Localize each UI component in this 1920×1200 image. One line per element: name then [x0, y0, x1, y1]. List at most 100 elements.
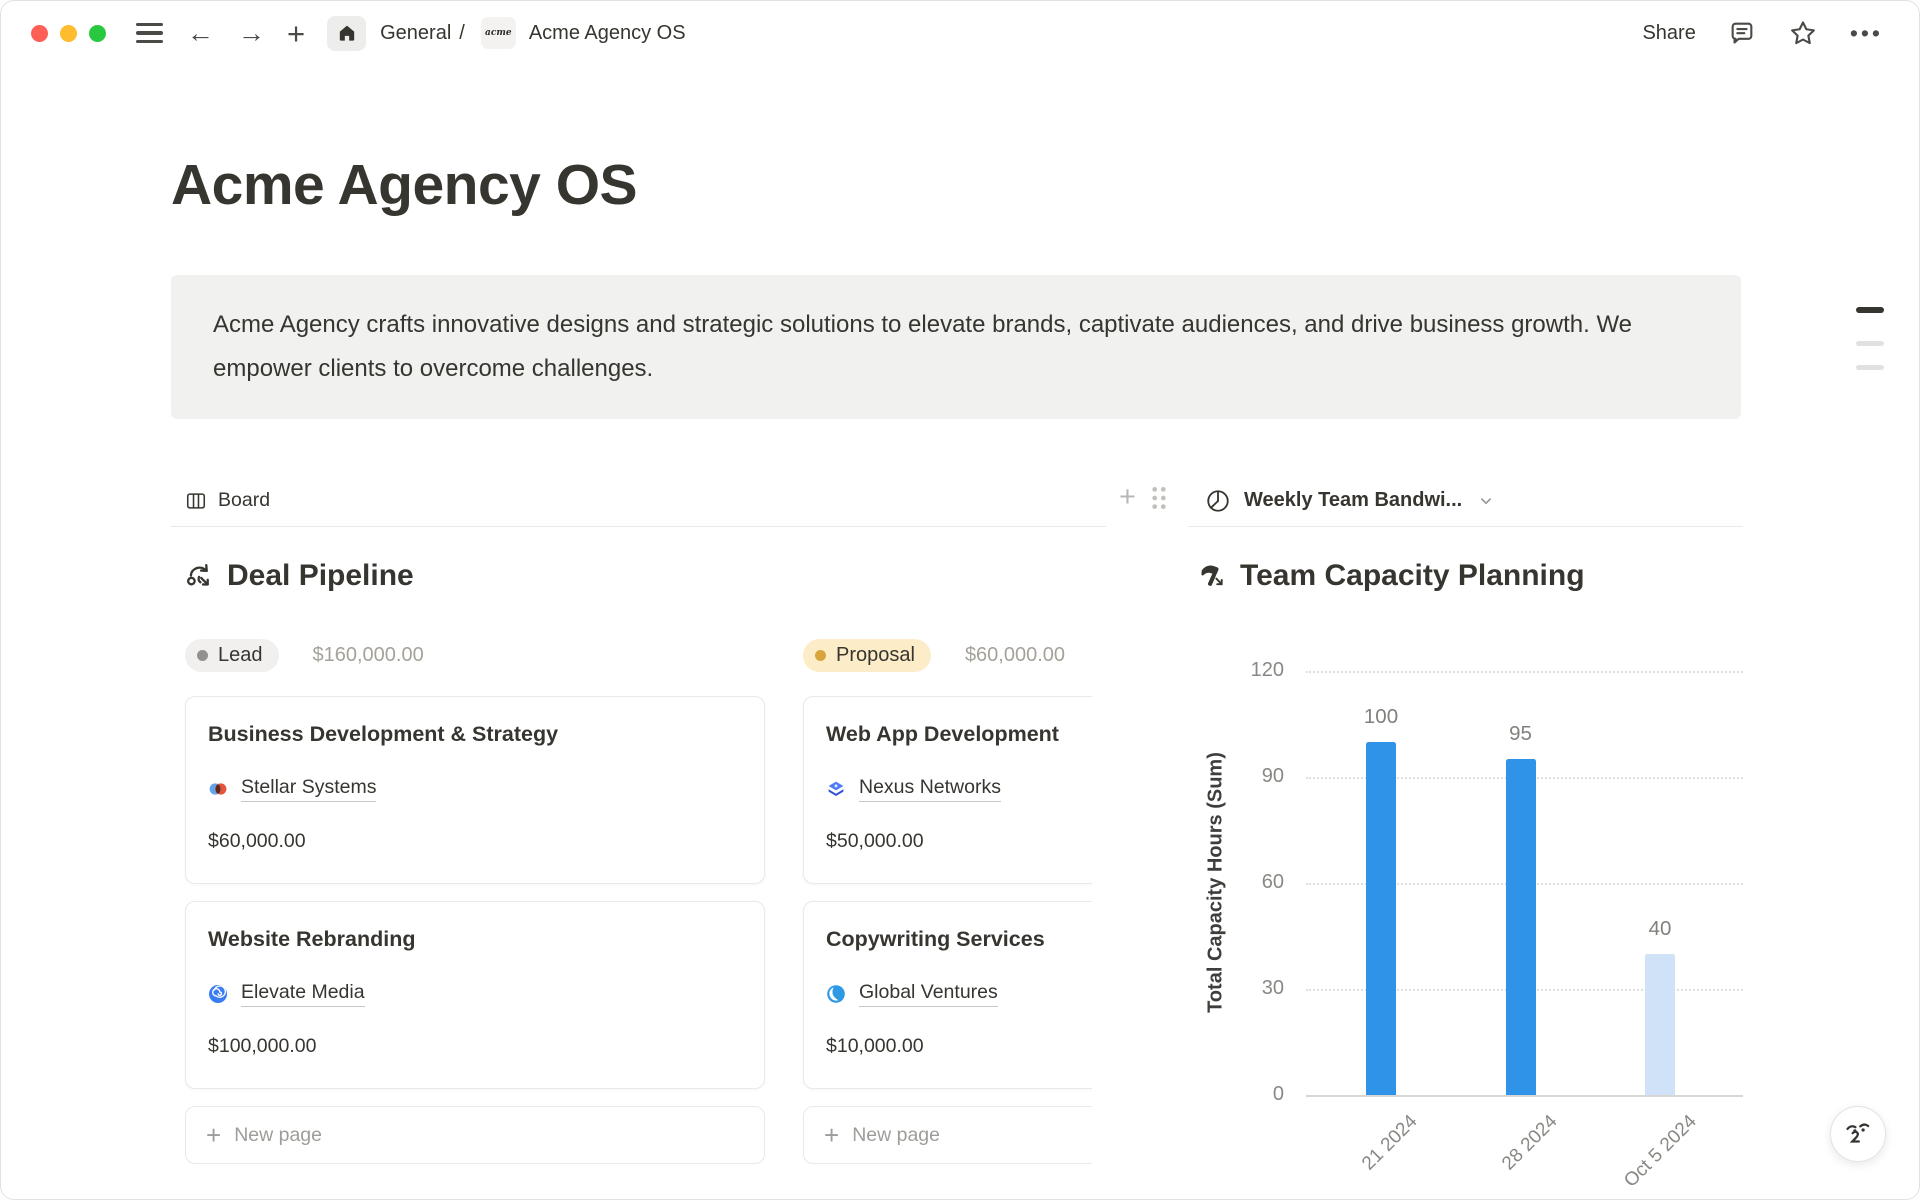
- board-view-tab[interactable]: Board: [171, 475, 1106, 527]
- card-title: Web App Development: [826, 722, 1092, 747]
- chart-view-label: Weekly Team Bandwi...: [1244, 489, 1462, 512]
- card-title: Business Development & Strategy: [208, 722, 742, 747]
- favorite-button[interactable]: [1788, 18, 1818, 48]
- forward-button[interactable]: →: [238, 20, 265, 47]
- view-controls: +: [1119, 483, 1169, 512]
- client-row: Global Ventures: [826, 981, 1092, 1007]
- back-button[interactable]: ←: [187, 20, 214, 47]
- deal-card[interactable]: Web App DevelopmentNexus Networks$50,000…: [803, 696, 1092, 884]
- comment-icon: [1728, 19, 1756, 47]
- board-section-title: Deal Pipeline: [227, 559, 414, 593]
- capacity-chart: Total Capacity Hours (Sum) 0306090120100…: [1188, 618, 1743, 1178]
- page-icon-acme[interactable]: acme: [481, 17, 516, 49]
- hammer-icon: [1198, 561, 1227, 590]
- home-button[interactable]: [327, 16, 366, 51]
- callout-block: Acme Agency crafts innovative designs an…: [171, 275, 1741, 419]
- column-sum: $60,000.00: [965, 644, 1065, 667]
- card-amount: $60,000.00: [208, 830, 742, 853]
- window-controls: [31, 25, 106, 42]
- capacity-bar[interactable]: [1645, 954, 1675, 1095]
- toc-bar[interactable]: [1856, 365, 1884, 370]
- bar-value-label: 40: [1620, 917, 1700, 941]
- client-link[interactable]: Stellar Systems: [241, 776, 376, 802]
- zoom-window-button[interactable]: [89, 25, 106, 42]
- card-title: Copywriting Services: [826, 927, 1092, 952]
- stack-icon: [826, 779, 846, 799]
- status-dot: [197, 650, 208, 661]
- breadcrumb-root[interactable]: General: [380, 22, 451, 45]
- view-dropdown[interactable]: [1477, 492, 1495, 510]
- y-tick-label: 30: [1214, 977, 1284, 1000]
- y-tick-label: 120: [1214, 659, 1284, 682]
- column-sum: $160,000.00: [313, 644, 424, 667]
- comments-button[interactable]: [1728, 19, 1756, 47]
- sidebar-menu-icon[interactable]: [136, 23, 163, 43]
- bar-value-label: 95: [1481, 722, 1561, 746]
- chevron-down-icon: [1477, 492, 1495, 510]
- close-window-button[interactable]: [31, 25, 48, 42]
- card-amount: $10,000.00: [826, 1035, 1092, 1058]
- board-view-pane: Board Deal Pipeline Lead $160,000.00 Busin…: [171, 475, 1106, 1178]
- chart-view-pane: Weekly Team Bandwi... Team Capacity Plan…: [1188, 475, 1743, 1178]
- globe-swirl-icon: [826, 984, 846, 1004]
- card-amount: $100,000.00: [208, 1035, 742, 1058]
- collection-views: Board Deal Pipeline Lead $160,000.00 Busin…: [171, 475, 1741, 1178]
- toc-bar[interactable]: [1856, 341, 1884, 346]
- new-tab-button[interactable]: +: [287, 18, 305, 49]
- minimize-window-button[interactable]: [60, 25, 77, 42]
- status-dot: [815, 650, 826, 661]
- spiral-icon: [208, 984, 228, 1004]
- new-page-button[interactable]: +New page: [803, 1106, 1092, 1164]
- deal-card[interactable]: Website Rebranding Elevate Media $100,000.…: [185, 901, 765, 1089]
- drag-handle-icon: [1149, 484, 1169, 512]
- new-page-label: New page: [852, 1124, 940, 1147]
- drag-handle[interactable]: [1149, 484, 1169, 512]
- more-options-button[interactable]: •••: [1850, 20, 1883, 47]
- deal-card[interactable]: Copywriting Services Global Ventures $10,0…: [803, 901, 1092, 1089]
- client-row: Elevate Media: [208, 981, 742, 1007]
- plus-icon: +: [206, 1122, 221, 1148]
- column-header: Lead $160,000.00: [185, 636, 765, 674]
- y-tick-label: 0: [1214, 1083, 1284, 1106]
- bar-value-label: 100: [1341, 705, 1421, 729]
- status-badge[interactable]: Lead: [185, 639, 279, 672]
- x-tick-label: Oct 5 2024: [1620, 1111, 1701, 1192]
- status-label: Proposal: [836, 644, 915, 667]
- y-tick-label: 90: [1214, 765, 1284, 788]
- breadcrumb-page[interactable]: Acme Agency OS: [529, 22, 686, 45]
- chart-gridline: [1306, 671, 1743, 673]
- board-icon: [185, 490, 207, 512]
- y-tick-label: 60: [1214, 871, 1284, 894]
- chart-view-tab[interactable]: Weekly Team Bandwi...: [1188, 475, 1743, 527]
- toc-bar-active[interactable]: [1856, 307, 1884, 313]
- chart-section-title: Team Capacity Planning: [1240, 559, 1585, 593]
- ai-face-icon: [1841, 1117, 1875, 1151]
- share-button[interactable]: Share: [1642, 22, 1695, 45]
- app-window: ← → + General / acme Acme Agency OS Shar…: [0, 0, 1920, 1200]
- notion-ai-button[interactable]: [1830, 1106, 1886, 1162]
- table-of-contents-indicator[interactable]: [1856, 307, 1884, 370]
- pie-chart-icon: [1205, 488, 1231, 514]
- client-link[interactable]: Global Ventures: [859, 981, 998, 1007]
- status-label: Lead: [218, 644, 263, 667]
- page-body: Acme Agency OS Acme Agency crafts innova…: [171, 151, 1741, 1178]
- toolbar: ← → + General / acme Acme Agency OS Shar…: [1, 1, 1919, 65]
- pipeline-heading: Deal Pipeline: [171, 553, 1106, 598]
- client-row: Stellar Systems: [208, 776, 742, 802]
- deal-card[interactable]: Business Development & Strategy Stellar S…: [185, 696, 765, 884]
- add-view-button[interactable]: +: [1119, 483, 1136, 512]
- client-link[interactable]: Elevate Media: [241, 981, 365, 1007]
- client-link[interactable]: Nexus Networks: [859, 776, 1001, 802]
- column-header: Proposal $60,000.00: [803, 636, 1092, 674]
- status-badge[interactable]: Proposal: [803, 639, 931, 672]
- x-tick-label: 21 2024: [1358, 1111, 1422, 1175]
- page-title: Acme Agency OS: [171, 151, 1741, 219]
- card-title: Website Rebranding: [208, 927, 742, 952]
- home-icon: [337, 23, 357, 43]
- capacity-bar[interactable]: [1506, 759, 1536, 1095]
- x-tick-label: 28 2024: [1498, 1111, 1562, 1175]
- new-page-button[interactable]: +New page: [185, 1106, 765, 1164]
- capacity-bar[interactable]: [1366, 742, 1396, 1095]
- chart-baseline: [1306, 1095, 1743, 1097]
- breadcrumb-separator: /: [459, 22, 465, 45]
